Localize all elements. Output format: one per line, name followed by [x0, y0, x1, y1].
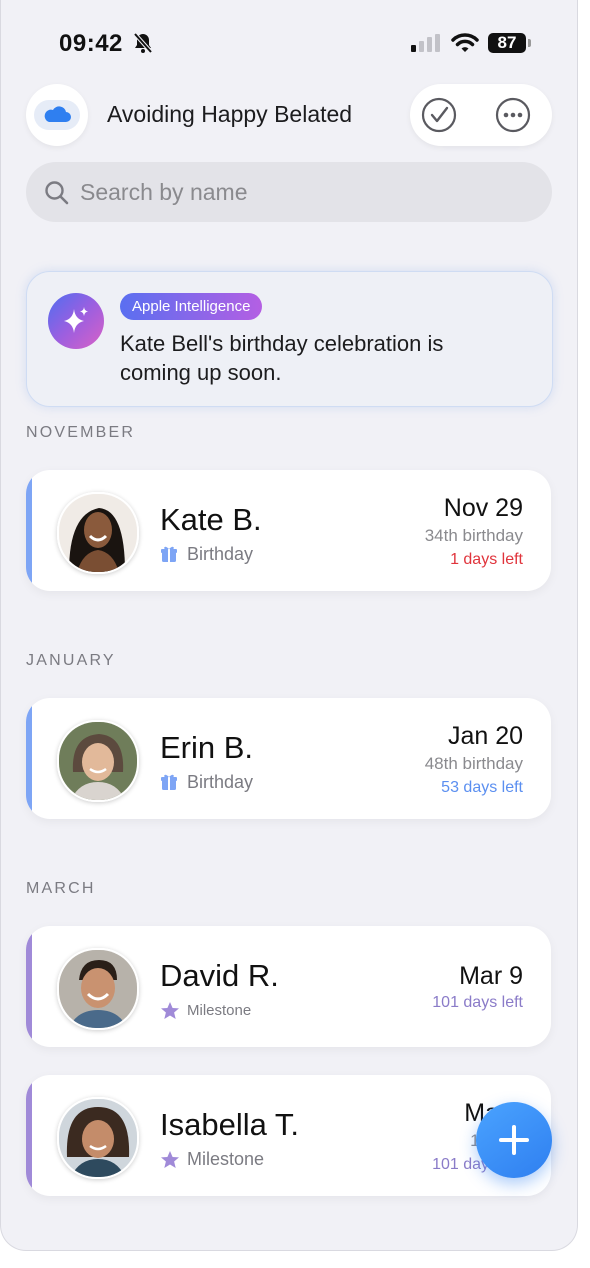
add-event-button[interactable]	[476, 1102, 552, 1178]
star-icon	[160, 1001, 180, 1026]
gift-icon	[160, 773, 178, 796]
section-header-january: JANUARY	[26, 652, 116, 669]
battery-nub	[528, 39, 531, 47]
section-header-november: NOVEMBER	[26, 424, 136, 441]
ai-suggestion-card[interactable]: Apple Intelligence Kate Bell's birthday …	[26, 271, 553, 407]
days-left: 1 days left	[450, 551, 523, 568]
checkmark-circle-icon[interactable]	[421, 97, 457, 133]
avatar	[57, 948, 139, 1030]
bell-slash-icon	[132, 32, 154, 59]
top-bar: Avoiding Happy Belated	[26, 84, 552, 146]
avatar	[57, 720, 139, 802]
card-accent	[26, 698, 32, 819]
cloud-icon	[34, 100, 80, 130]
page-title: Avoiding Happy Belated	[107, 101, 353, 127]
search-bar	[26, 162, 552, 222]
event-date: Mar 9	[459, 962, 523, 990]
days-left: 53 days left	[441, 779, 523, 796]
event-card[interactable]: David R. Milestone Mar 9 101 days left	[26, 926, 551, 1047]
contact-name: Kate B.	[160, 502, 262, 537]
card-accent	[26, 470, 32, 591]
sparkles-icon	[48, 293, 104, 349]
event-card[interactable]: Erin B. Birthday Jan 20 48th birthday 53…	[26, 698, 551, 819]
event-date: Jan 20	[447, 722, 523, 750]
status-bar: 09:42 87	[1, 30, 577, 60]
cloud-sync-button[interactable]	[26, 84, 88, 146]
star-icon	[160, 1150, 180, 1175]
search-icon	[44, 180, 70, 211]
days-left: 101 days left	[432, 994, 523, 1011]
battery-indicator: 87	[488, 33, 526, 53]
cellular-signal-icon	[411, 34, 441, 57]
event-card[interactable]: Isabella T. Milestone Ma 13 101 day	[26, 1075, 551, 1196]
gift-icon	[160, 545, 178, 568]
ai-badge: Apple Intelligence	[120, 293, 263, 320]
avatar	[57, 492, 139, 574]
status-time: 09:42	[59, 30, 123, 57]
plus-icon	[499, 1125, 529, 1155]
search-input[interactable]	[80, 162, 500, 222]
event-type-label: Birthday	[187, 544, 254, 564]
card-accent	[26, 1075, 32, 1196]
event-type-label: Milestone	[187, 1002, 252, 1019]
app-screen: 09:42 87 Avoiding Happy Belated Search b…	[0, 0, 578, 1251]
section-header-march: MARCH	[26, 880, 96, 897]
ai-message: Kate Bell's birthday celebration is comi…	[120, 331, 444, 385]
event-detail: 34th birthday	[424, 526, 523, 545]
event-date: Nov 29	[443, 494, 523, 522]
card-accent	[26, 926, 32, 1047]
contact-name: Erin B.	[160, 730, 254, 765]
ellipsis-circle-icon[interactable]	[495, 97, 531, 133]
event-card[interactable]: Kate B. Birthday Nov 29 34th birthday 1 …	[26, 470, 551, 591]
contact-name: Isabella T.	[160, 1107, 300, 1142]
event-type-label: Birthday	[187, 772, 254, 792]
header-actions	[410, 84, 552, 146]
event-detail: 48th birthday	[424, 754, 523, 773]
avatar	[57, 1097, 139, 1179]
wifi-icon	[451, 32, 479, 59]
event-type-label: Milestone	[187, 1149, 265, 1169]
contact-name: David R.	[160, 958, 279, 993]
